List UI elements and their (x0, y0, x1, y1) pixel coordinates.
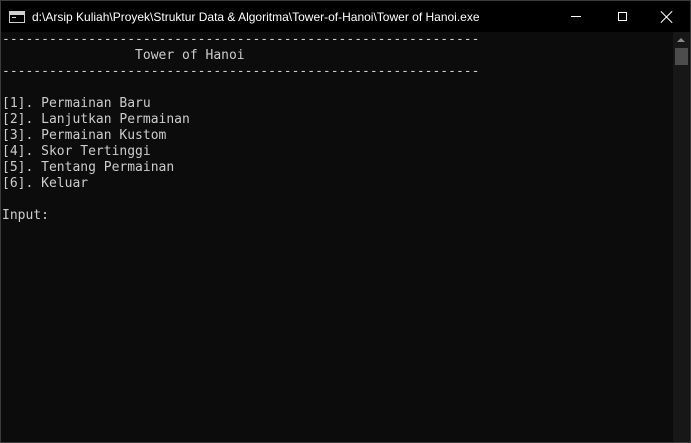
scroll-up-arrow-icon[interactable] (677, 38, 685, 42)
program-header: Tower of Hanoi (2, 48, 245, 63)
window-title: d:\Arsip Kuliah\Proyek\Struktur Data & A… (32, 9, 480, 24)
console-window: d:\Arsip Kuliah\Proyek\Struktur Data & A… (0, 0, 691, 443)
top-rule: ----------------------------------------… (2, 32, 480, 47)
vertical-scrollbar[interactable] (673, 32, 690, 442)
minimize-button[interactable] (553, 1, 599, 32)
console-output[interactable]: ----------------------------------------… (1, 32, 673, 442)
menu-item-exit: [6]. Keluar (2, 176, 89, 191)
menu-item-continue-game: [2]. Lanjutkan Permainan (2, 112, 190, 127)
input-prompt[interactable]: Input: (2, 208, 49, 224)
menu-item-about: [5]. Tentang Permainan (2, 160, 175, 175)
maximize-icon (617, 12, 627, 21)
minimize-icon (571, 16, 581, 17)
menu-item-custom-game: [3]. Permainan Kustom (2, 128, 167, 143)
maximize-button[interactable] (599, 1, 645, 32)
close-icon (661, 11, 673, 23)
menu-item-new-game: [1]. Permainan Baru (2, 96, 151, 111)
title-bar[interactable]: d:\Arsip Kuliah\Proyek\Struktur Data & A… (1, 1, 690, 32)
console-app-icon[interactable] (9, 10, 25, 23)
close-button[interactable] (644, 1, 690, 32)
menu-item-high-score: [4]. Skor Tertinggi (2, 144, 151, 159)
bottom-rule: ----------------------------------------… (2, 64, 480, 79)
scroll-thumb[interactable] (675, 48, 688, 65)
